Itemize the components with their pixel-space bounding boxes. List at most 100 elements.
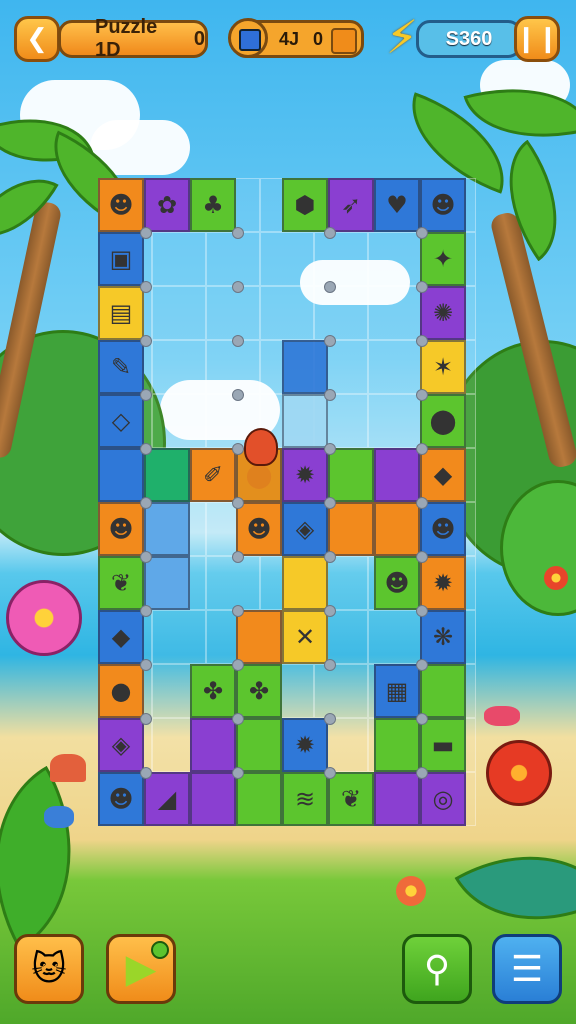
puzzle-connector (324, 227, 336, 239)
puzzle-tile[interactable]: ✕ (282, 610, 328, 664)
puzzle-connector (232, 767, 244, 779)
puzzle-tile[interactable]: ◢ (144, 772, 190, 826)
tile-item-icon: ☻ (246, 515, 272, 543)
tile-item-icon: ▬ (431, 731, 455, 759)
puzzle-tile[interactable] (282, 394, 328, 448)
tile-item-icon: ❦ (110, 569, 132, 597)
puzzle-tile[interactable]: ✹ (282, 448, 328, 502)
puzzle-connector (416, 281, 428, 293)
puzzle-tile[interactable] (98, 448, 144, 502)
puzzle-connector (232, 713, 244, 725)
puzzle-connector (140, 443, 152, 455)
puzzle-tile[interactable]: ⬢ (282, 178, 328, 232)
puzzle-tile[interactable]: ✦ (420, 232, 466, 286)
tile-item-icon: ➶ (340, 191, 362, 219)
puzzle-tile[interactable] (144, 448, 190, 502)
puzzle-tile[interactable]: ◆ (420, 448, 466, 502)
puzzle-tile[interactable]: ❋ (420, 610, 466, 664)
puzzle-tile[interactable] (374, 718, 420, 772)
empty-slot (368, 340, 422, 394)
puzzle-tile[interactable] (144, 502, 190, 556)
puzzle-tile[interactable]: ☻ (236, 502, 282, 556)
puzzle-tile[interactable]: ✎ (98, 340, 144, 394)
puzzle-connector (232, 389, 244, 401)
puzzle-tile[interactable]: ✤ (190, 664, 236, 718)
tile-item-icon: ♣ (202, 191, 224, 219)
puzzle-tile[interactable] (282, 340, 328, 394)
puzzle-connector (416, 443, 428, 455)
puzzle-tile[interactable] (328, 502, 374, 556)
puzzle-tile[interactable]: ✐ (190, 448, 236, 502)
tile-item-icon: ❋ (432, 623, 454, 651)
empty-slot (206, 556, 260, 610)
puzzle-connector (324, 335, 336, 347)
puzzle-tile[interactable]: ◆ (98, 610, 144, 664)
tile-item-icon: ✦ (432, 245, 454, 273)
puzzle-tile[interactable] (190, 718, 236, 772)
puzzle-tile[interactable] (236, 718, 282, 772)
tile-item-icon: ✤ (248, 677, 270, 705)
puzzle-connector (140, 767, 152, 779)
puzzle-tile[interactable] (236, 772, 282, 826)
puzzle-tile[interactable]: ✹ (420, 556, 466, 610)
puzzle-tile[interactable]: ◈ (98, 718, 144, 772)
puzzle-tile[interactable]: ☻ (98, 178, 144, 232)
puzzle-tile[interactable]: ☻ (98, 502, 144, 556)
puzzle-connector (232, 443, 244, 455)
puzzle-tile[interactable] (144, 556, 190, 610)
puzzle-tile[interactable] (374, 772, 420, 826)
tile-item-icon: ≋ (294, 785, 316, 813)
puzzle-connector (324, 659, 336, 671)
puzzle-tile[interactable]: ☻ (420, 502, 466, 556)
puzzle-tile[interactable]: ➶ (328, 178, 374, 232)
hint-button[interactable]: ⚲ (402, 934, 472, 1004)
tile-item-icon: ⬢ (294, 191, 316, 219)
puzzle-tile[interactable]: ✶ (420, 340, 466, 394)
puzzle-tile[interactable]: ✺ (420, 286, 466, 340)
puzzle-connector (140, 281, 152, 293)
puzzle-tile[interactable]: ⬤ (420, 394, 466, 448)
puzzle-tile[interactable]: ☻ (420, 178, 466, 232)
magnifier-hint-icon: ⚲ (423, 948, 451, 990)
puzzle-tile[interactable]: ☻ (374, 556, 420, 610)
tile-item-icon: ◈ (295, 515, 315, 543)
puzzle-tile[interactable]: ♥ (374, 178, 420, 232)
puzzle-tile[interactable] (236, 610, 282, 664)
puzzle-tile[interactable]: ≋ (282, 772, 328, 826)
puzzle-tile[interactable]: ✹ (282, 718, 328, 772)
puzzle-tile[interactable] (282, 556, 328, 610)
tile-item-icon: ✹ (294, 731, 316, 759)
puzzle-tile[interactable]: ❦ (98, 556, 144, 610)
puzzle-tile[interactable]: ▦ (374, 664, 420, 718)
puzzle-tile[interactable]: ● (98, 664, 144, 718)
puzzle-tile[interactable] (328, 448, 374, 502)
tile-item-icon: ▦ (385, 677, 409, 705)
puzzle-tile[interactable]: ✤ (236, 664, 282, 718)
menu-button[interactable]: ☰ (492, 934, 562, 1004)
puzzle-tile[interactable]: ▣ (98, 232, 144, 286)
puzzle-connector (140, 713, 152, 725)
puzzle-tile[interactable] (420, 664, 466, 718)
puzzle-tile[interactable]: ♣ (190, 178, 236, 232)
puzzle-connector (232, 497, 244, 509)
tile-item-icon: ◎ (432, 785, 454, 813)
puzzle-tile[interactable]: ▬ (420, 718, 466, 772)
puzzle-tile[interactable]: ◇ (98, 394, 144, 448)
puzzle-tile[interactable]: ▤ (98, 286, 144, 340)
play-button[interactable]: ▶ (106, 934, 176, 1004)
puzzle-tile[interactable] (374, 448, 420, 502)
puzzle-tile[interactable]: ◈ (282, 502, 328, 556)
puzzle-tile[interactable] (190, 772, 236, 826)
empty-slot (152, 394, 206, 448)
puzzle-tile[interactable]: ✿ (144, 178, 190, 232)
puzzle-tile[interactable]: ❦ (328, 772, 374, 826)
empty-slot (260, 286, 314, 340)
tile-item-icon: ✕ (294, 623, 316, 651)
puzzle-tile[interactable] (374, 502, 420, 556)
character-button[interactable]: 🐱 (14, 934, 84, 1004)
menu-list-icon: ☰ (510, 948, 544, 990)
puzzle-connector (416, 605, 428, 617)
puzzle-connector (140, 659, 152, 671)
puzzle-tile[interactable]: ☻ (98, 772, 144, 826)
puzzle-tile[interactable]: ◎ (420, 772, 466, 826)
